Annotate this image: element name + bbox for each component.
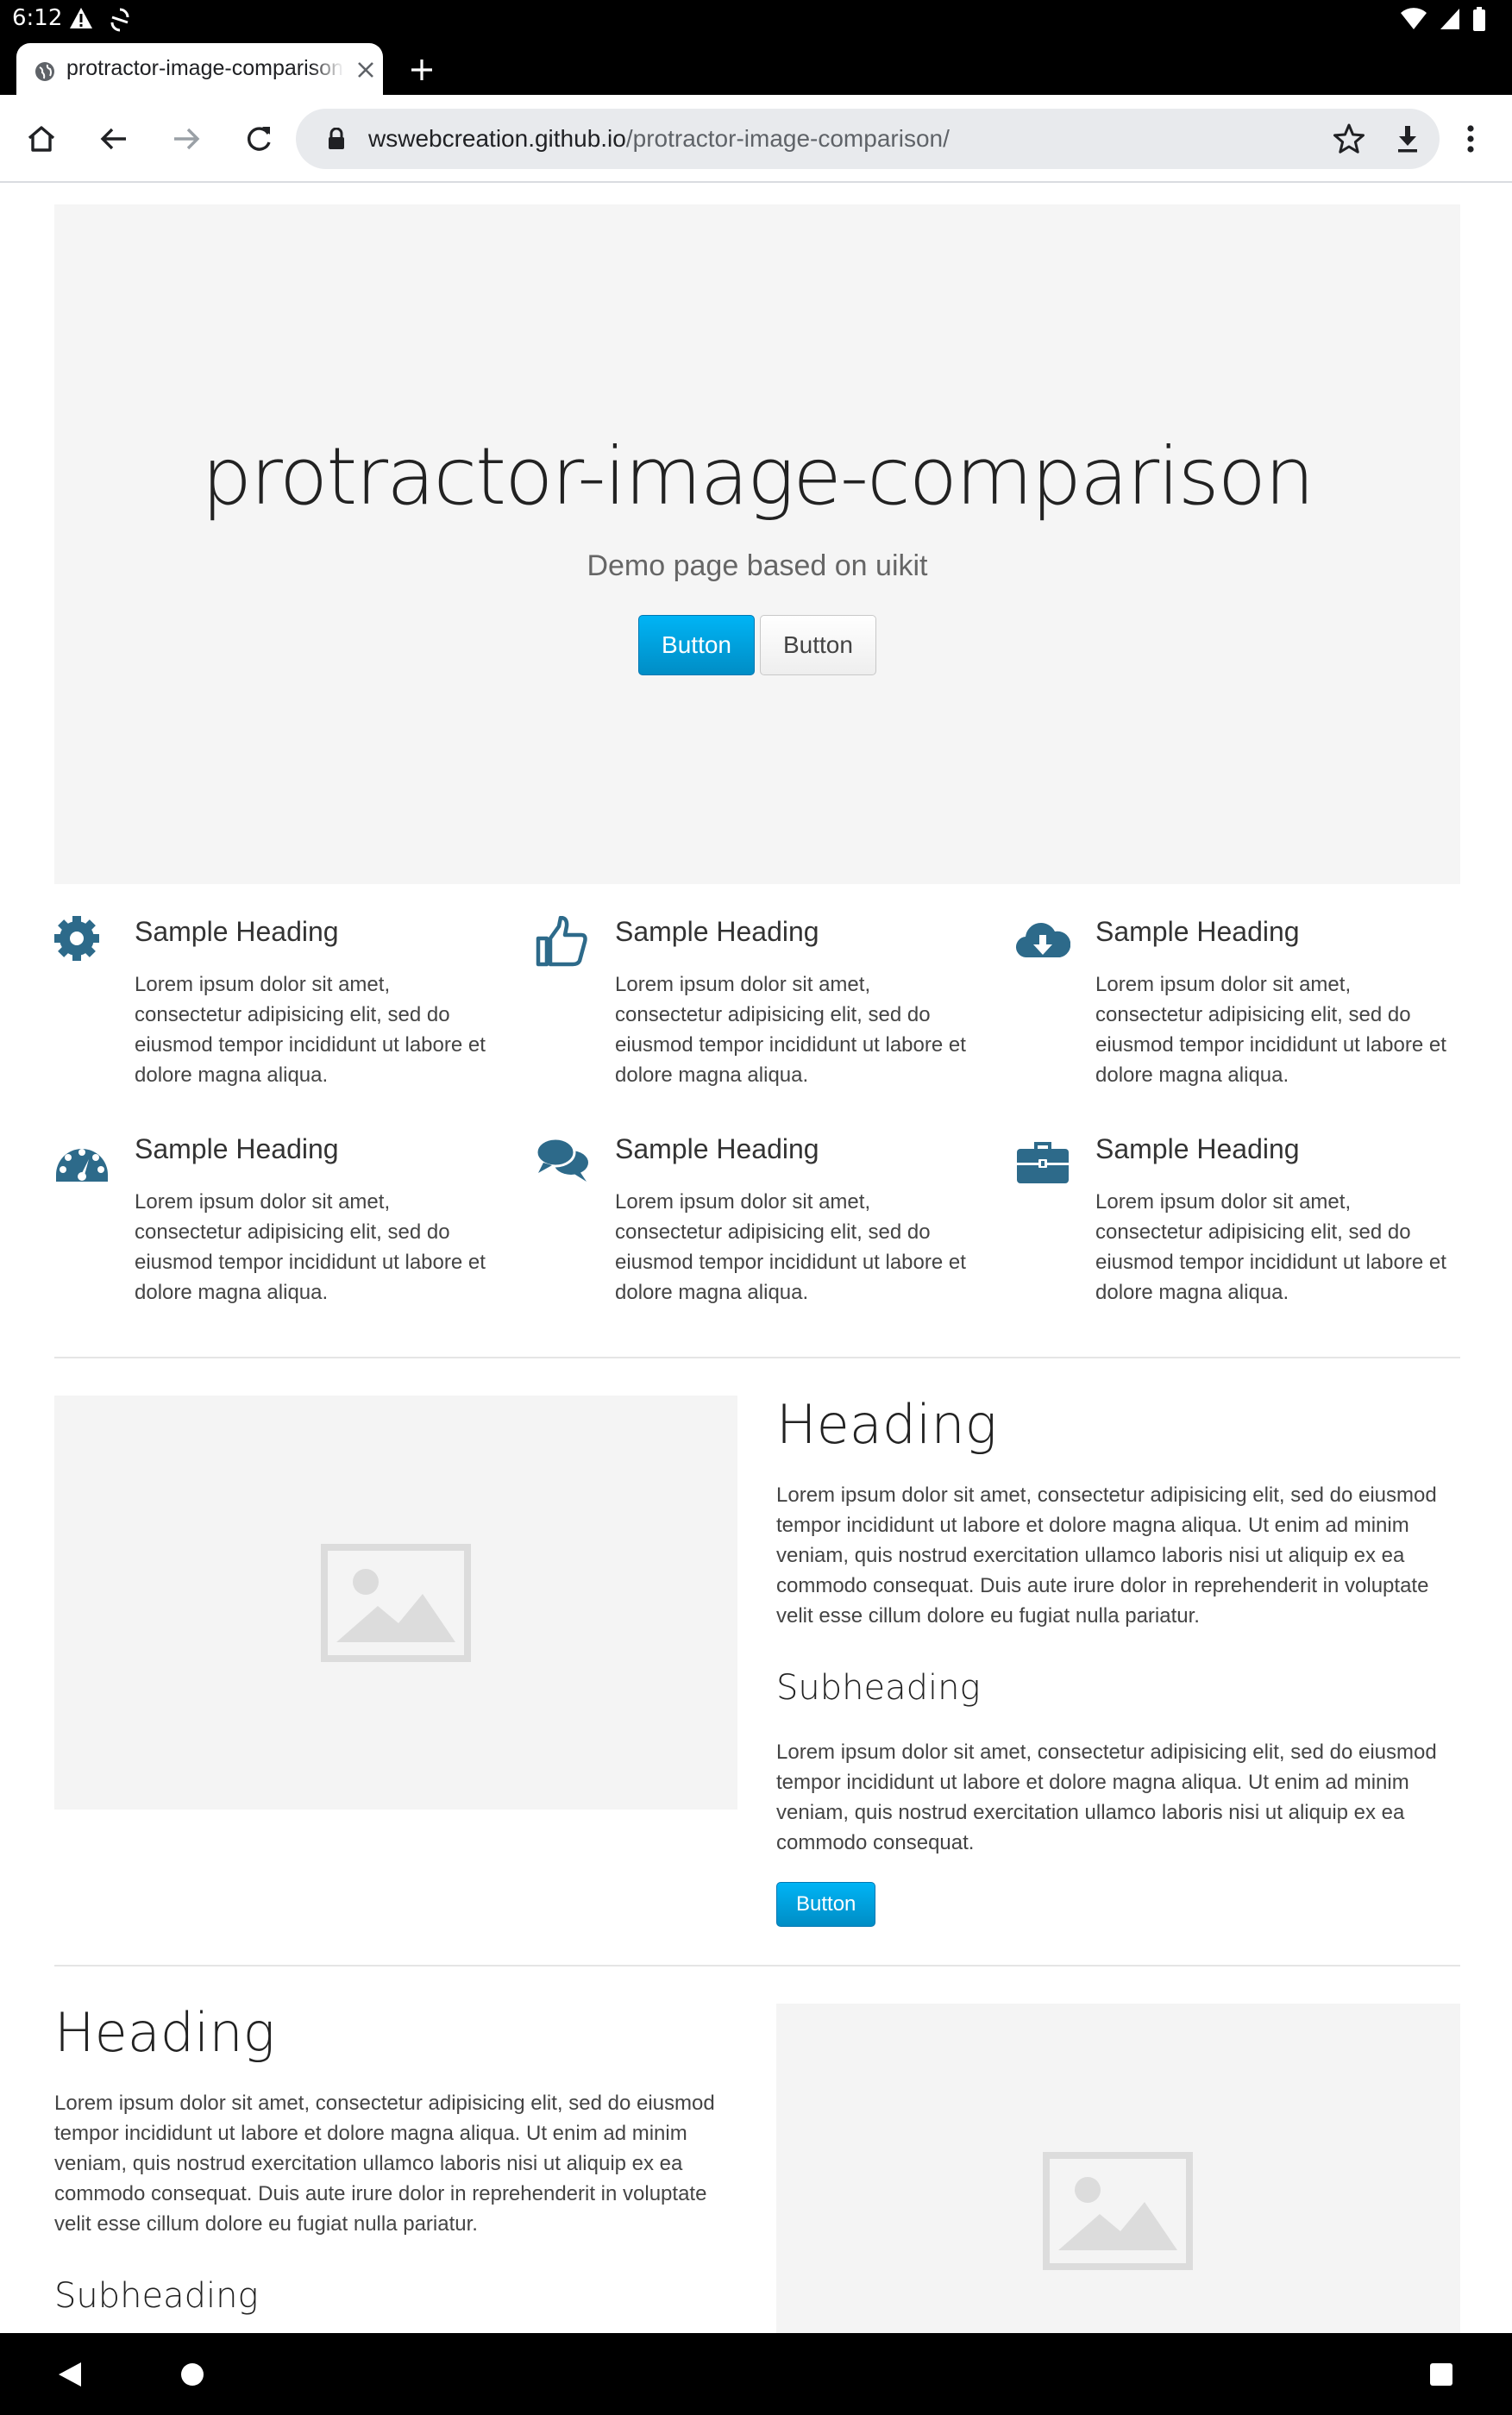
feature-heading: Sample Heading (615, 916, 819, 947)
feature-heading: Sample Heading (1095, 1133, 1300, 1164)
feature-text: Lorem ipsum dolor sit amet, consectetur … (615, 973, 966, 1087)
image-icon (1043, 2152, 1193, 2270)
forward-icon[interactable] (169, 122, 204, 156)
battery-icon (1473, 7, 1485, 31)
status-time: 6:12 (12, 5, 63, 31)
hero-title: protractor-image-comparison (201, 430, 1315, 523)
divider (54, 1965, 1460, 1966)
system-nav-bar (0, 2333, 1512, 2415)
page-content: protractor-image-comparison Demo page ba… (0, 183, 1512, 2333)
feature-heading: Sample Heading (615, 1133, 819, 1164)
section-subheading: Subheading (776, 1668, 981, 1708)
section-text: Lorem ipsum dolor sit amet, consectetur … (54, 2092, 715, 2236)
image-placeholder (54, 1396, 737, 1810)
url-host: wswebcreation.github.io (368, 125, 626, 152)
feature-text: Lorem ipsum dolor sit amet, consectetur … (135, 973, 486, 1087)
section-subtext: Lorem ipsum dolor sit amet, consectetur … (776, 1741, 1437, 1854)
feature-item: Sample Heading Lorem ipsum dolor sit ame… (535, 1133, 966, 1332)
nav-back-icon[interactable] (57, 2361, 83, 2388)
globe-icon (35, 62, 54, 81)
nav-recents-icon[interactable] (1430, 2363, 1452, 2386)
section-subheading: Subheading (54, 2276, 259, 2316)
section-text: Lorem ipsum dolor sit amet, consectetur … (776, 1484, 1437, 1628)
feature-text: Lorem ipsum dolor sit amet, consectetur … (1095, 1190, 1446, 1304)
feature-text: Lorem ipsum dolor sit amet, consectetur … (1095, 973, 1446, 1087)
image-placeholder (776, 2004, 1460, 2333)
close-icon[interactable] (354, 59, 377, 81)
dashboard-icon (56, 1149, 108, 1182)
home-icon[interactable] (24, 122, 59, 156)
url-text[interactable]: wswebcreation.github.io/protractor-image… (368, 125, 950, 153)
feature-item: Sample Heading Lorem ipsum dolor sit ame… (54, 916, 486, 1114)
comments-icon (535, 1137, 588, 1182)
section-heading: Heading (54, 2001, 275, 2064)
image-icon (321, 1544, 471, 1662)
url-path: /protractor-image-comparison/ (625, 125, 950, 152)
feature-item: Sample Heading Lorem ipsum dolor sit ame… (1015, 1133, 1446, 1332)
lock-icon (329, 128, 344, 149)
star-icon[interactable] (1333, 122, 1365, 155)
feature-heading: Sample Heading (135, 916, 339, 947)
browser-tab[interactable]: protractor-image-comparison (16, 43, 383, 95)
sync-icon (110, 8, 129, 32)
feature-text: Lorem ipsum dolor sit amet, consectetur … (135, 1190, 486, 1304)
hero-lead: Demo page based on uikit (587, 549, 928, 582)
reload-icon[interactable] (242, 122, 276, 156)
address-bar[interactable]: wswebcreation.github.io/protractor-image… (296, 109, 1440, 169)
feature-item: Sample Heading Lorem ipsum dolor sit ame… (535, 916, 966, 1114)
back-icon[interactable] (97, 122, 131, 156)
feature-item: Sample Heading Lorem ipsum dolor sit ame… (54, 1133, 486, 1332)
browser-toolbar: wswebcreation.github.io/protractor-image… (0, 95, 1512, 183)
section-heading: Heading (776, 1393, 997, 1456)
download-icon[interactable] (1391, 122, 1424, 155)
section-button[interactable]: Button (776, 1882, 876, 1927)
cloud-download-icon (1016, 923, 1070, 958)
feature-heading: Sample Heading (135, 1133, 339, 1164)
menu-icon[interactable] (1458, 122, 1484, 156)
divider (54, 1357, 1460, 1358)
tab-title: protractor-image-comparison (66, 56, 343, 80)
gear-icon (54, 916, 99, 961)
briefcase-icon (1017, 1142, 1069, 1183)
features-grid: Sample Heading Lorem ipsum dolor sit ame… (54, 916, 1460, 1347)
hero-default-button[interactable]: Button (760, 615, 876, 675)
hero-primary-button[interactable]: Button (638, 615, 755, 675)
wifi-icon (1401, 8, 1427, 30)
feature-text: Lorem ipsum dolor sit amet, consectetur … (615, 1190, 966, 1304)
signal-icon (1440, 9, 1459, 29)
thumbs-up-icon (536, 916, 587, 967)
tab-strip: protractor-image-comparison (0, 40, 1512, 95)
hero-section: protractor-image-comparison Demo page ba… (54, 204, 1460, 884)
new-tab-icon[interactable] (409, 57, 435, 83)
feature-item: Sample Heading Lorem ipsum dolor sit ame… (1015, 916, 1446, 1114)
feature-heading: Sample Heading (1095, 916, 1300, 947)
alert-icon (70, 8, 92, 28)
nav-home-icon[interactable] (181, 2363, 204, 2386)
status-bar: 6:12 (0, 0, 1512, 40)
